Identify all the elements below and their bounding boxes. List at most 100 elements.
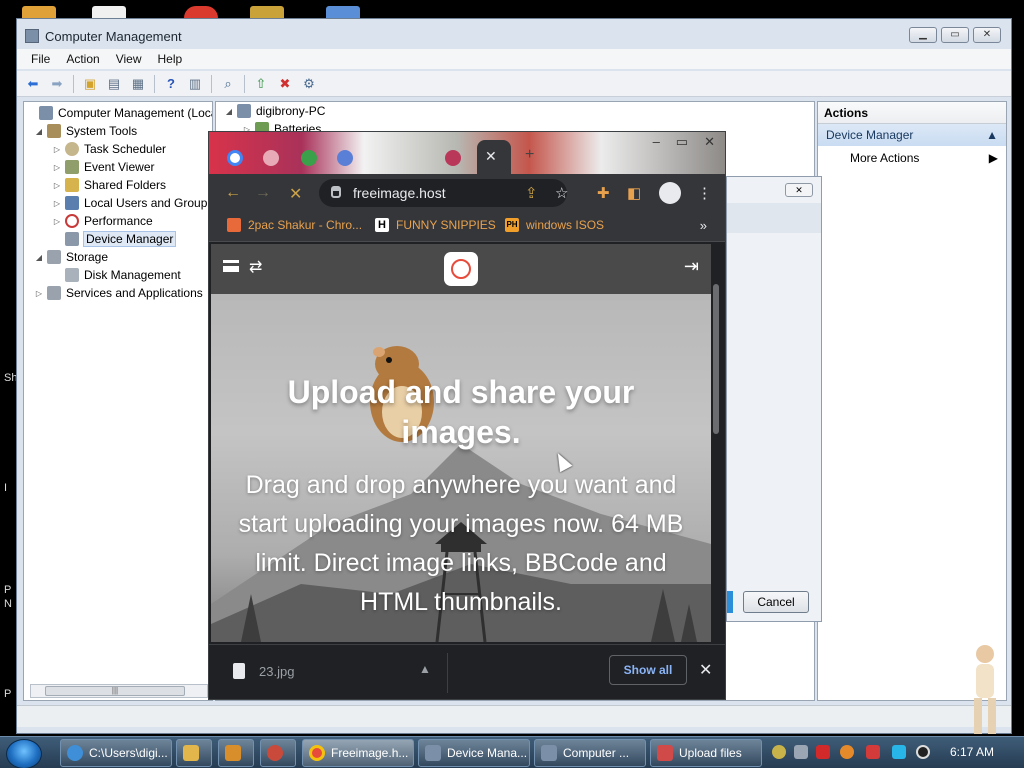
update-driver-icon[interactable]: ⇧ bbox=[251, 74, 271, 94]
volume-icon[interactable] bbox=[916, 745, 930, 759]
back-arrow-icon[interactable]: ⬅ bbox=[23, 74, 43, 94]
desktop-icon[interactable] bbox=[326, 6, 360, 18]
more-bookmarks-icon[interactable]: » bbox=[700, 218, 707, 233]
bookmark-item[interactable]: H FUNNY SNIPPIES bbox=[375, 218, 496, 232]
tree-item-storage[interactable]: ◢ Storage bbox=[34, 248, 108, 266]
expander[interactable]: ▷ bbox=[52, 199, 62, 208]
tree-item-performance[interactable]: ▷ Performance bbox=[52, 212, 153, 230]
tree-item-task-scheduler[interactable]: ▷ Task Scheduler bbox=[52, 140, 166, 158]
taskbar-item-explorer[interactable]: C:\Users\digi... bbox=[60, 739, 172, 767]
expander[interactable]: ▷ bbox=[52, 163, 62, 172]
forward-icon[interactable]: → bbox=[255, 184, 271, 202]
tree-item-device-manager[interactable]: Device Manager bbox=[52, 230, 177, 248]
tree-item-disk-management[interactable]: Disk Management bbox=[52, 266, 181, 284]
collapse-icon[interactable]: ▲ bbox=[986, 128, 998, 142]
tab-close-icon[interactable]: ✕ bbox=[485, 148, 497, 165]
device-tree-root[interactable]: ◢ digibrony-PC bbox=[224, 104, 325, 118]
enable-device-icon[interactable]: ⚙ bbox=[299, 74, 319, 94]
expander[interactable]: ▷ bbox=[34, 289, 44, 298]
side-panel-icon[interactable]: ◧ bbox=[627, 184, 641, 202]
tree-item-shared-folders[interactable]: ▷ Shared Folders bbox=[52, 176, 166, 194]
tab-favicon[interactable] bbox=[337, 150, 353, 166]
taskbar-item-chrome[interactable]: Freeimage.h... bbox=[302, 739, 414, 767]
tab-strip[interactable]: ✕ + – ▭ ✕ bbox=[209, 132, 725, 174]
show-hide-tree-icon[interactable]: ▤ bbox=[104, 74, 124, 94]
expander[interactable]: ▷ bbox=[52, 217, 62, 226]
close-button[interactable]: ✕ bbox=[973, 27, 1001, 43]
tray-icon[interactable] bbox=[866, 745, 880, 759]
hamburger-menu-icon[interactable] bbox=[223, 260, 239, 272]
help-icon[interactable]: ? bbox=[161, 74, 181, 94]
tray-icon[interactable] bbox=[816, 745, 830, 759]
menu-file[interactable]: File bbox=[23, 49, 58, 69]
stop-loading-icon[interactable]: ✕ bbox=[289, 184, 302, 204]
tree-item-computer-management[interactable]: Computer Management (Local bbox=[26, 104, 212, 122]
page-scrollbar[interactable] bbox=[713, 284, 719, 434]
expander[interactable]: ◢ bbox=[34, 253, 44, 262]
cancel-button[interactable]: Cancel bbox=[743, 591, 809, 613]
taskbar-item-app[interactable] bbox=[260, 739, 296, 767]
expander[interactable]: ◢ bbox=[34, 127, 44, 136]
minimize-icon[interactable]: – bbox=[653, 134, 660, 150]
scrollbar-thumb[interactable]: ||| bbox=[45, 686, 185, 696]
uninstall-device-icon[interactable]: ✖ bbox=[275, 74, 295, 94]
dialog-close-button[interactable]: ✕ bbox=[785, 183, 813, 197]
tray-icon[interactable] bbox=[840, 745, 854, 759]
title-bar[interactable]: Computer Management bbox=[17, 19, 1011, 53]
maximize-button[interactable]: ▭ bbox=[941, 27, 969, 43]
network-icon[interactable] bbox=[892, 745, 906, 759]
chevron-up-icon[interactable]: ▲ bbox=[419, 662, 431, 676]
taskbar-item-computer-management[interactable]: Computer ... bbox=[534, 739, 646, 767]
scan-hardware-icon[interactable]: ⌕ bbox=[218, 74, 238, 94]
clock[interactable]: 6:17 AM bbox=[950, 745, 994, 759]
share-icon[interactable]: ⇪ bbox=[525, 184, 538, 202]
horizontal-scrollbar[interactable]: ||| bbox=[30, 684, 208, 698]
desktop-icon[interactable] bbox=[250, 6, 284, 18]
actions-section-device-manager[interactable]: Device Manager ▲ bbox=[818, 124, 1006, 146]
close-shelf-icon[interactable]: ✕ bbox=[699, 660, 712, 680]
tray-icon[interactable] bbox=[794, 745, 808, 759]
google-icon[interactable] bbox=[227, 150, 243, 166]
expander[interactable]: ▷ bbox=[52, 181, 62, 190]
expander[interactable]: ◢ bbox=[224, 107, 234, 116]
up-folder-icon[interactable]: ▣ bbox=[80, 74, 100, 94]
menu-view[interactable]: View bbox=[108, 49, 150, 69]
menu-kebab-icon[interactable]: ⋮ bbox=[697, 184, 712, 202]
profile-avatar[interactable] bbox=[659, 182, 681, 204]
desktop-icon[interactable] bbox=[92, 6, 126, 18]
properties-icon[interactable]: ▥ bbox=[185, 74, 205, 94]
show-all-button[interactable]: Show all bbox=[609, 655, 687, 685]
tray-icon[interactable] bbox=[772, 745, 786, 759]
desktop-icon[interactable] bbox=[22, 6, 56, 18]
new-tab-icon[interactable]: + bbox=[525, 146, 541, 163]
close-icon[interactable]: ✕ bbox=[704, 134, 715, 150]
tree-item-system-tools[interactable]: ◢ System Tools bbox=[34, 122, 137, 140]
tree-item-local-users[interactable]: ▷ Local Users and Group bbox=[52, 194, 207, 212]
taskbar-item-media[interactable] bbox=[218, 739, 254, 767]
desktop-icon[interactable] bbox=[184, 6, 218, 18]
taskbar-item-device-manager[interactable]: Device Mana... bbox=[418, 739, 530, 767]
hero-section[interactable]: Upload and share your images. Drag and d… bbox=[211, 294, 711, 642]
download-file-name[interactable]: 23.jpg bbox=[259, 664, 294, 679]
tree-item-event-viewer[interactable]: ▷ Event Viewer bbox=[52, 158, 154, 176]
taskbar-item-upload-files[interactable]: Upload files bbox=[650, 739, 762, 767]
site-logo[interactable] bbox=[444, 252, 478, 286]
lock-icon[interactable] bbox=[331, 186, 341, 198]
minimize-button[interactable]: ▁ bbox=[909, 27, 937, 43]
bookmark-star-icon[interactable]: ☆ bbox=[555, 184, 568, 202]
menu-help[interactable]: Help bbox=[150, 49, 191, 69]
url-text[interactable]: freeimage.host bbox=[353, 185, 446, 201]
export-list-icon[interactable]: ▦ bbox=[128, 74, 148, 94]
extensions-icon[interactable]: ✚ bbox=[597, 184, 610, 202]
tab-favicon[interactable] bbox=[263, 150, 279, 166]
forward-arrow-icon[interactable]: ➡ bbox=[47, 74, 67, 94]
expander[interactable]: ▷ bbox=[52, 145, 62, 154]
maximize-icon[interactable]: ▭ bbox=[676, 134, 688, 150]
ok-button-edge[interactable] bbox=[727, 591, 733, 613]
bookmark-item[interactable]: PH windows ISOS bbox=[505, 218, 604, 232]
menu-action[interactable]: Action bbox=[58, 49, 107, 69]
shuffle-icon[interactable]: ⇄ bbox=[249, 257, 262, 277]
more-actions-item[interactable]: More Actions ▶ bbox=[818, 146, 1006, 170]
back-icon[interactable]: ← bbox=[225, 184, 241, 202]
tab-favicon[interactable] bbox=[301, 150, 317, 166]
